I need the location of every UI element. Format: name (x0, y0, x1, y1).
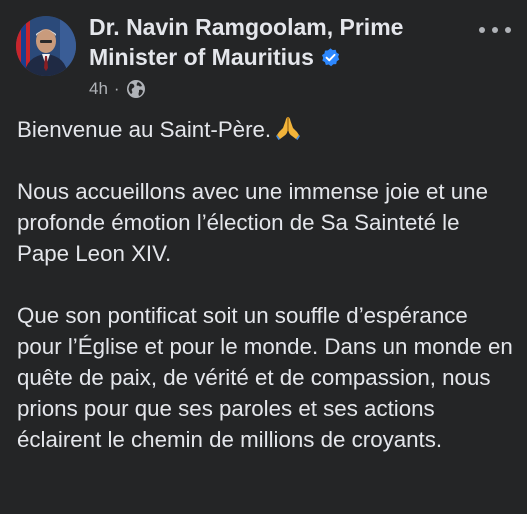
more-dot (492, 27, 498, 33)
avatar-image (16, 16, 76, 76)
meta-separator: · (113, 79, 120, 98)
more-dot (505, 27, 511, 33)
praying-hands-icon (276, 117, 301, 140)
more-dot (479, 27, 485, 33)
facebook-post: Dr. Navin Ramgoolam, Prime Minister of M… (0, 0, 527, 514)
post-body: Bienvenue au Saint-Père. Nous accueillon… (17, 114, 517, 455)
post-meta: 4h · (89, 77, 146, 101)
post-paragraph: Bienvenue au Saint-Père. (17, 114, 517, 145)
author-name: Dr. Navin Ramgoolam, Prime Minister of M… (89, 14, 404, 70)
globe-icon[interactable] (126, 79, 146, 99)
author-name-link[interactable]: Dr. Navin Ramgoolam, Prime Minister of M… (89, 12, 464, 72)
author-avatar[interactable] (16, 16, 76, 76)
post-paragraph-text: Bienvenue au Saint-Père. (17, 117, 272, 142)
more-options-button[interactable] (479, 20, 511, 40)
post-timestamp[interactable]: 4h (89, 79, 108, 99)
verified-badge-icon (321, 48, 340, 67)
post-paragraph: Nous accueillons avec une immense joie e… (17, 179, 488, 266)
post-paragraph: Que son pontificat soit un souffle d’esp… (17, 303, 513, 452)
